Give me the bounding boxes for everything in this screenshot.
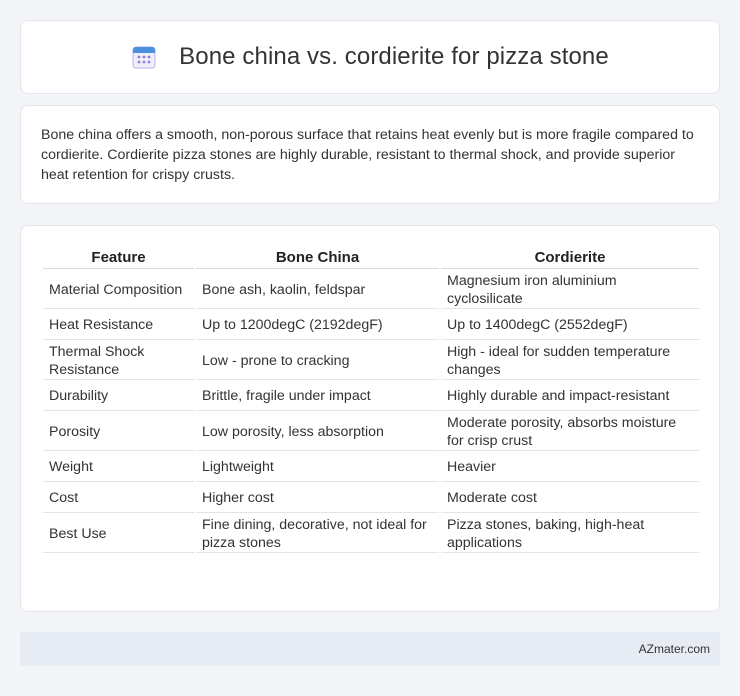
bone-china-cell: Low - prone to cracking xyxy=(196,342,439,380)
feature-cell: Material Composition xyxy=(43,271,194,309)
table-row: Thermal Shock Resistance Low - prone to … xyxy=(43,342,699,380)
bone-china-cell: Brittle, fragile under impact xyxy=(196,382,439,411)
header-feature: Feature xyxy=(43,246,194,269)
bone-china-cell: Higher cost xyxy=(196,484,439,513)
summary-card: Bone china offers a smooth, non-porous s… xyxy=(20,105,720,204)
table-row: Heat Resistance Up to 1200degC (2192degF… xyxy=(43,311,699,340)
feature-cell: Thermal Shock Resistance xyxy=(43,342,194,380)
bone-china-cell: Bone ash, kaolin, feldspar xyxy=(196,271,439,309)
bone-china-cell: Lightweight xyxy=(196,453,439,482)
table-row: Material Composition Bone ash, kaolin, f… xyxy=(43,271,699,309)
comparison-table-card: Feature Bone China Cordierite Material C… xyxy=(20,225,720,612)
calendar-icon xyxy=(132,46,156,69)
page-title: Bone china vs. cordierite for pizza ston… xyxy=(179,43,609,70)
summary-text: Bone china offers a smooth, non-porous s… xyxy=(41,127,694,183)
cordierite-cell: Magnesium iron aluminium cyclosilicate xyxy=(441,271,699,309)
footer-brand[interactable]: AZmater.com xyxy=(639,642,710,656)
cordierite-cell: High - ideal for sudden temperature chan… xyxy=(441,342,699,380)
feature-cell: Best Use xyxy=(43,515,194,553)
feature-cell: Durability xyxy=(43,382,194,411)
table-row: Cost Higher cost Moderate cost xyxy=(43,484,699,513)
table-row: Porosity Low porosity, less absorption M… xyxy=(43,413,699,451)
bone-china-cell: Up to 1200degC (2192degF) xyxy=(196,311,439,340)
cordierite-cell: Up to 1400degC (2552degF) xyxy=(441,311,699,340)
header-card: Bone china vs. cordierite for pizza ston… xyxy=(20,20,720,94)
table-row: Weight Lightweight Heavier xyxy=(43,453,699,482)
header-cordierite: Cordierite xyxy=(441,246,699,269)
bone-china-cell: Low porosity, less absorption xyxy=(196,413,439,451)
cordierite-cell: Highly durable and impact-resistant xyxy=(441,382,699,411)
cordierite-cell: Moderate cost xyxy=(441,484,699,513)
feature-cell: Porosity xyxy=(43,413,194,451)
header: Bone china vs. cordierite for pizza ston… xyxy=(131,43,609,71)
header-bone-china: Bone China xyxy=(196,246,439,269)
bone-china-cell: Fine dining, decorative, not ideal for p… xyxy=(196,515,439,553)
table-row: Best Use Fine dining, decorative, not id… xyxy=(43,515,699,553)
table-row: Durability Brittle, fragile under impact… xyxy=(43,382,699,411)
footer: AZmater.com xyxy=(20,632,720,666)
feature-cell: Cost xyxy=(43,484,194,513)
cordierite-cell: Heavier xyxy=(441,453,699,482)
table-header-row: Feature Bone China Cordierite xyxy=(43,246,699,269)
feature-cell: Heat Resistance xyxy=(43,311,194,340)
cordierite-cell: Moderate porosity, absorbs moisture for … xyxy=(441,413,699,451)
cordierite-cell: Pizza stones, baking, high-heat applicat… xyxy=(441,515,699,553)
feature-cell: Weight xyxy=(43,453,194,482)
comparison-table: Feature Bone China Cordierite Material C… xyxy=(41,244,701,555)
